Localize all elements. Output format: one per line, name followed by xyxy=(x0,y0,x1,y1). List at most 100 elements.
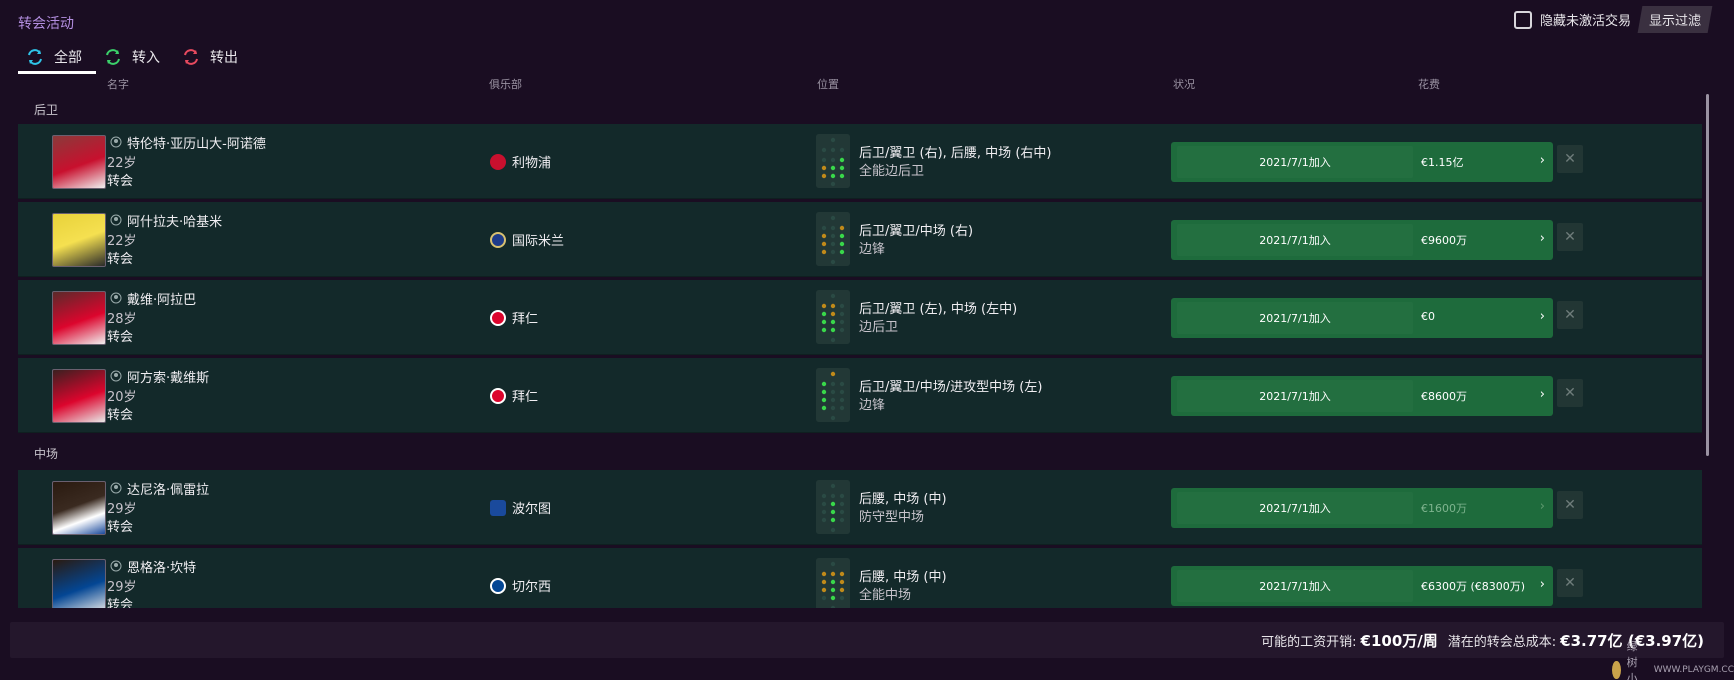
transfer-status-bar[interactable]: 2021/7/1加入 €0 › xyxy=(1171,298,1553,338)
position-pitch-icon xyxy=(816,134,850,188)
player-position: 后卫/翼卫 (左), 中场 (左中) xyxy=(859,302,1018,317)
transfer-status-bar[interactable]: 2021/7/1加入 €9600万 › xyxy=(1171,220,1553,260)
transfer-status-bar[interactable]: 2021/7/1加入 €8600万 › xyxy=(1171,376,1553,416)
club[interactable]: 拜仁 xyxy=(490,308,538,327)
tab-all[interactable]: 全部 xyxy=(18,40,96,74)
transfer-type: 转会 xyxy=(107,330,134,345)
transfer-type: 转会 xyxy=(107,408,134,423)
table-row[interactable]: 戴维·阿拉巴 28岁 转会 拜仁 后卫/翼卫 (左), 中场 (左中) 边后卫 … xyxy=(18,280,1702,355)
player-role: 边锋 xyxy=(859,398,886,413)
remove-button[interactable]: ✕ xyxy=(1557,569,1583,597)
inter-crest-icon xyxy=(490,231,506,248)
player-age: 29岁 xyxy=(107,580,137,595)
position-pitch-icon xyxy=(816,480,850,534)
player-person-icon xyxy=(110,560,122,572)
chevron-right-icon[interactable]: › xyxy=(1540,499,1545,514)
table-row[interactable]: 达尼洛·佩雷拉 29岁 转会 波尔图 后腰, 中场 (中) 防守型中场 2021… xyxy=(18,470,1702,545)
remove-button[interactable]: ✕ xyxy=(1557,223,1583,251)
player-age: 22岁 xyxy=(107,234,137,249)
club[interactable]: 利物浦 xyxy=(490,152,551,171)
player-name[interactable]: 阿什拉夫·哈基米 xyxy=(127,211,222,230)
tab-all-label: 全部 xyxy=(54,50,82,66)
transfer-status-bar[interactable]: 2021/7/1加入 €6300万 (€8300万) › xyxy=(1171,566,1553,606)
table-row[interactable]: 阿方索·戴维斯 20岁 转会 拜仁 后卫/翼卫/中场/进攻型中场 (左) 边锋 … xyxy=(18,358,1702,433)
column-header-status[interactable]: 状况 xyxy=(1173,76,1195,92)
show-filter-label: 显示过滤 xyxy=(1648,14,1701,29)
footer-summary: 可能的工资开销: €100万/周 潜在的转会总成本: €3.77亿 (€3.97… xyxy=(10,622,1724,658)
remove-button[interactable]: ✕ xyxy=(1557,491,1583,519)
column-header-club[interactable]: 俱乐部 xyxy=(489,76,522,92)
player-person-icon xyxy=(110,214,122,226)
column-headers: 名字 俱乐部 位置 状况 花费 xyxy=(0,76,1734,92)
transfer-in-icon xyxy=(106,49,120,65)
player-name[interactable]: 恩格洛·坎特 xyxy=(127,557,196,576)
player-name[interactable]: 阿方索·戴维斯 xyxy=(127,367,209,386)
chevron-right-icon[interactable]: › xyxy=(1540,309,1545,324)
player-position: 后腰, 中场 (中) xyxy=(859,570,947,585)
player-name[interactable]: 特伦特·亚历山大-阿诺德 xyxy=(127,133,266,152)
transfer-type: 转会 xyxy=(107,598,134,608)
transfer-type: 转会 xyxy=(107,252,134,267)
column-header-fee[interactable]: 花费 xyxy=(1418,76,1440,92)
position-pitch-icon xyxy=(816,558,850,608)
club[interactable]: 国际米兰 xyxy=(490,230,564,249)
watermark-url: WWW.PLAYGM.CC xyxy=(1653,665,1734,675)
chevron-right-icon[interactable]: › xyxy=(1540,153,1545,168)
tab-out[interactable]: 转出 xyxy=(174,40,252,74)
close-icon: ✕ xyxy=(1564,229,1576,245)
player-position: 后卫/翼卫/中场 (右) xyxy=(859,224,974,239)
column-header-name[interactable]: 名字 xyxy=(107,76,129,92)
club-name: 国际米兰 xyxy=(512,234,565,249)
hide-inactive-toggle[interactable]: 隐藏未激活交易 xyxy=(1514,10,1631,29)
hide-inactive-checkbox[interactable] xyxy=(1514,10,1532,29)
player-name[interactable]: 戴维·阿拉巴 xyxy=(127,289,196,308)
club[interactable]: 拜仁 xyxy=(490,386,538,405)
player-position: 后腰, 中场 (中) xyxy=(859,492,947,507)
club-name: 拜仁 xyxy=(512,390,539,405)
chevron-right-icon[interactable]: › xyxy=(1540,387,1545,402)
list-scrollbar[interactable] xyxy=(1706,94,1709,456)
tab-in[interactable]: 转入 xyxy=(96,40,174,74)
remove-button[interactable]: ✕ xyxy=(1557,379,1583,407)
close-icon: ✕ xyxy=(1564,575,1576,591)
transfer-both-icon xyxy=(28,49,42,65)
show-filter-button[interactable]: 显示过滤 xyxy=(1637,6,1713,33)
bayern-crest-icon xyxy=(490,309,506,326)
table-row[interactable]: 阿什拉夫·哈基米 22岁 转会 国际米兰 后卫/翼卫/中场 (右) 边锋 202… xyxy=(18,202,1702,277)
table-row[interactable]: 恩格洛·坎特 29岁 转会 切尔西 后腰, 中场 (中) 全能中场 2021/7… xyxy=(18,548,1702,608)
player-role: 边锋 xyxy=(859,242,886,257)
tab-out-label: 转出 xyxy=(210,50,238,66)
column-header-position[interactable]: 位置 xyxy=(817,76,839,92)
transfer-status-bar[interactable]: 2021/7/1加入 €1600万 › xyxy=(1171,488,1553,528)
chevron-right-icon[interactable]: › xyxy=(1540,231,1545,246)
player-person-icon xyxy=(110,370,122,382)
transfer-date: 2021/7/1加入 xyxy=(1177,224,1413,256)
transfer-fee: €1600万 xyxy=(1421,502,1467,515)
transfer-fee: €6300万 (€8300万) xyxy=(1421,580,1526,593)
transfer-tabs: 全部 转入 转出 xyxy=(18,40,252,74)
chevron-right-icon[interactable]: › xyxy=(1540,577,1545,592)
player-photo xyxy=(52,481,106,535)
page-title: 转会活动 xyxy=(18,16,74,32)
group-label-defenders: 后卫 xyxy=(34,102,59,117)
hide-inactive-label: 隐藏未激活交易 xyxy=(1540,14,1632,29)
transfer-date: 2021/7/1加入 xyxy=(1177,570,1413,602)
transfer-date: 2021/7/1加入 xyxy=(1177,380,1413,412)
wage-label: 可能的工资开销: xyxy=(1261,634,1357,650)
player-name[interactable]: 达尼洛·佩雷拉 xyxy=(127,479,209,498)
transfer-status-bar[interactable]: 2021/7/1加入 €1.15亿 › xyxy=(1171,142,1553,182)
transfer-date: 2021/7/1加入 xyxy=(1177,146,1413,178)
remove-button[interactable]: ✕ xyxy=(1557,145,1583,173)
player-age: 29岁 xyxy=(107,502,137,517)
transfer-type: 转会 xyxy=(107,174,134,189)
club[interactable]: 切尔西 xyxy=(490,576,551,595)
tab-in-label: 转入 xyxy=(132,50,160,66)
table-row[interactable]: 特伦特·亚历山大-阿诺德 22岁 转会 利物浦 后卫/翼卫 (右), 后腰, 中… xyxy=(18,124,1702,199)
player-position: 后卫/翼卫/中场/进攻型中场 (左) xyxy=(859,380,1043,395)
close-icon: ✕ xyxy=(1564,307,1576,323)
club[interactable]: 波尔图 xyxy=(490,498,551,517)
player-person-icon xyxy=(110,292,122,304)
transfer-fee: €9600万 xyxy=(1421,234,1467,247)
remove-button[interactable]: ✕ xyxy=(1557,301,1583,329)
club-name: 利物浦 xyxy=(512,156,552,171)
